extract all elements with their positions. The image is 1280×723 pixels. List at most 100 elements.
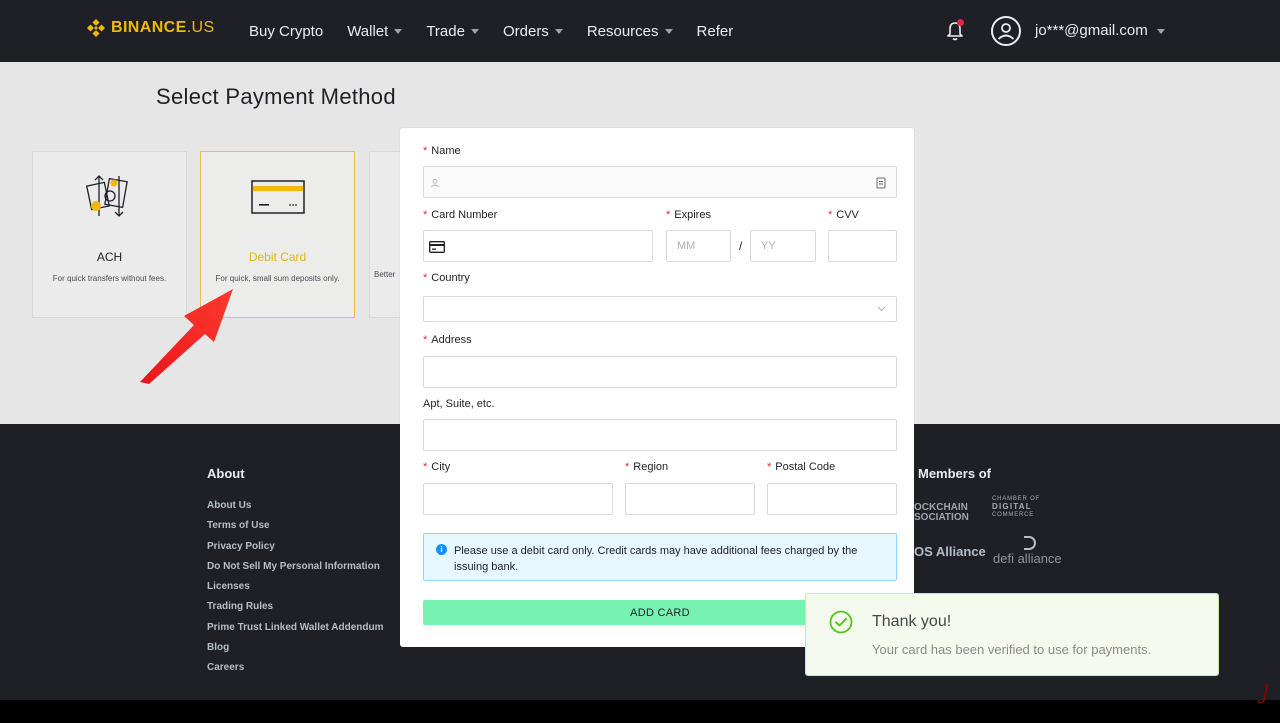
footer-link[interactable]: Licenses bbox=[207, 581, 384, 601]
nav-label: Wallet bbox=[347, 22, 389, 40]
label-text: Name bbox=[431, 145, 461, 157]
user-avatar-icon[interactable] bbox=[991, 16, 1021, 46]
nav-label: Orders bbox=[502, 22, 549, 40]
member-defi-alliance-logo[interactable]: defi alliance bbox=[993, 552, 1062, 565]
expiry-year-input[interactable]: YY bbox=[750, 230, 816, 262]
nav-label: Resources bbox=[586, 22, 659, 40]
info-icon: i bbox=[436, 544, 447, 555]
cvv-input[interactable] bbox=[828, 230, 897, 262]
address-input[interactable] bbox=[423, 356, 897, 388]
placeholder-text: YY bbox=[761, 240, 776, 252]
caret-down-icon bbox=[1156, 28, 1165, 34]
chevron-down-icon bbox=[877, 306, 886, 312]
footer-link[interactable]: Terms of Use bbox=[207, 520, 384, 540]
footer-bottom-bar bbox=[0, 700, 1280, 723]
footer-link[interactable]: Blog bbox=[207, 642, 384, 662]
info-text: Please use a debit card only. Credit car… bbox=[454, 545, 858, 573]
expires-label: * Expires bbox=[666, 209, 711, 221]
postal-code-input[interactable] bbox=[767, 483, 897, 515]
label-text: Expires bbox=[674, 209, 711, 221]
bank-transfer-icon bbox=[83, 170, 137, 224]
nav-label: Trade bbox=[426, 22, 465, 40]
toast-message: Your card has been verified to use for p… bbox=[872, 642, 1152, 657]
region-label: * Region bbox=[625, 461, 668, 473]
footer-link[interactable]: Do Not Sell My Personal Information bbox=[207, 561, 384, 581]
postal-code-label: * Postal Code bbox=[767, 461, 835, 473]
member-eos-alliance-logo[interactable]: OS Alliance bbox=[914, 545, 986, 558]
country-label: * Country bbox=[423, 272, 470, 284]
contact-card-icon[interactable] bbox=[876, 177, 886, 189]
footer-link[interactable]: Prime Trust Linked Wallet Addendum bbox=[207, 622, 384, 642]
nav-refer[interactable]: Refer bbox=[697, 23, 734, 40]
caret-down-icon bbox=[664, 29, 673, 34]
signature-mark-icon: J bbox=[1261, 680, 1270, 704]
required-marker: * bbox=[767, 461, 772, 473]
label-text: Region bbox=[633, 461, 669, 473]
label-text: Country bbox=[431, 272, 470, 284]
apt-label: Apt, Suite, etc. bbox=[423, 398, 495, 410]
city-label: * City bbox=[423, 461, 450, 473]
nav-buy-crypto[interactable]: Buy Crypto bbox=[249, 23, 323, 40]
check-circle-icon bbox=[829, 610, 853, 634]
name-label: * Name bbox=[423, 145, 461, 157]
label-text: City bbox=[431, 461, 451, 473]
placeholder-text: MM bbox=[677, 240, 696, 252]
payment-method-desc: For quick, small sum deposits only. bbox=[215, 274, 340, 283]
caret-down-icon bbox=[394, 29, 403, 34]
footer-link[interactable]: Trading Rules bbox=[207, 601, 384, 621]
member-logo-text: SOCIATION bbox=[914, 512, 969, 523]
label-text: Postal Code bbox=[775, 461, 836, 473]
region-input[interactable] bbox=[625, 483, 755, 515]
nav-label: Buy Crypto bbox=[249, 22, 324, 40]
required-marker: * bbox=[423, 334, 428, 346]
caret-down-icon bbox=[470, 29, 479, 34]
city-input[interactable] bbox=[423, 483, 613, 515]
footer-link[interactable]: About Us bbox=[207, 500, 384, 520]
footer-members-heading: Members of bbox=[918, 466, 991, 481]
expiry-month-input[interactable]: MM bbox=[666, 230, 731, 262]
required-marker: * bbox=[423, 209, 428, 221]
nav-trade[interactable]: Trade bbox=[426, 23, 479, 40]
label-text: Card Number bbox=[431, 209, 498, 221]
nav-resources[interactable]: Resources bbox=[587, 23, 673, 40]
user-email: jo***@gmail.com bbox=[1035, 22, 1148, 39]
footer-about-links: About Us Terms of Use Privacy Policy Do … bbox=[207, 500, 384, 683]
defi-alliance-mark-icon bbox=[1024, 536, 1036, 550]
debit-card-icon bbox=[250, 170, 305, 224]
main-nav: Buy Crypto Wallet Trade Orders Resources… bbox=[249, 0, 757, 62]
toast-title: Thank you! bbox=[872, 613, 952, 630]
apt-input[interactable] bbox=[423, 419, 897, 451]
payment-method-desc: For quick transfers without fees. bbox=[52, 274, 167, 283]
page-title: Select Payment Method bbox=[156, 84, 396, 109]
required-marker: * bbox=[423, 461, 428, 473]
cvv-label: * CVV bbox=[828, 209, 859, 221]
binance-us-logo[interactable]: BINANCE.US bbox=[87, 19, 215, 37]
card-number-input[interactable] bbox=[423, 230, 653, 262]
required-marker: * bbox=[423, 272, 428, 284]
member-logo-text: COMMERCE bbox=[992, 512, 1035, 518]
required-marker: * bbox=[828, 209, 833, 221]
label-text: CVV bbox=[836, 209, 859, 221]
address-label: * Address bbox=[423, 334, 472, 346]
name-input[interactable] bbox=[423, 166, 897, 198]
add-card-modal: * Name * Card Number * Expires MM / YY * CVV… bbox=[400, 128, 914, 647]
payment-method-title: Debit Card bbox=[248, 250, 307, 264]
member-blockchain-association-logo[interactable]: OCKCHAIN SOCIATION bbox=[914, 503, 969, 523]
required-marker: * bbox=[666, 209, 671, 221]
member-chamber-digital-commerce-logo[interactable]: CHAMBER OF DIGITAL COMMERCE bbox=[980, 496, 1042, 530]
country-select[interactable] bbox=[423, 296, 897, 322]
binance-logo-icon bbox=[87, 19, 105, 37]
expiry-separator: / bbox=[739, 239, 743, 253]
nav-orders[interactable]: Orders bbox=[503, 23, 563, 40]
top-nav-bar: BINANCE.US Buy Crypto Wallet Trade Order… bbox=[0, 0, 1280, 62]
nav-wallet[interactable]: Wallet bbox=[347, 22, 403, 40]
footer-about-heading: About bbox=[207, 466, 245, 481]
notification-badge bbox=[957, 19, 964, 26]
footer-link[interactable]: Careers bbox=[207, 662, 384, 682]
success-toast: Thank you! Your card has been verified t… bbox=[805, 593, 1219, 676]
notification-bell-icon[interactable] bbox=[945, 19, 965, 42]
user-account-menu[interactable]: jo***@gmail.com bbox=[1035, 22, 1165, 39]
nav-label: Refer bbox=[696, 22, 734, 40]
annotation-arrow-icon bbox=[136, 285, 240, 385]
footer-link[interactable]: Privacy Policy bbox=[207, 541, 384, 561]
